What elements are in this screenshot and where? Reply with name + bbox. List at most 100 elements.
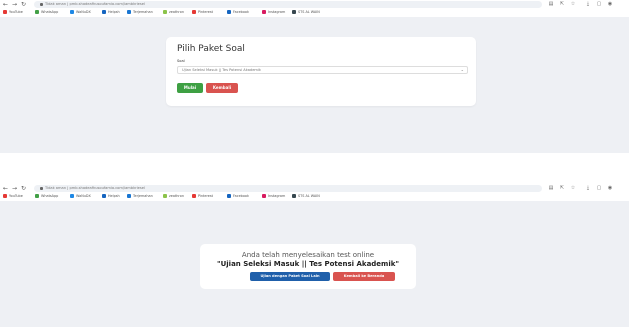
page-title: Pilih Paket Soal	[177, 44, 245, 54]
bookmark-favicon-icon	[163, 194, 167, 198]
result-card: Anda telah menyelesaikan test online "Uj…	[200, 244, 416, 289]
bookmark-label: WhatsApp	[41, 194, 59, 198]
bookmark-favicon-icon	[102, 194, 106, 198]
star-icon[interactable]: ☆	[570, 1, 576, 7]
back-icon[interactable]: ←	[2, 185, 9, 192]
browser-window-finished: ← → ↻ Tidak aman | pmb.shadeafhusoufamia…	[0, 184, 629, 327]
warning-icon	[40, 186, 43, 190]
bookmark-item[interactable]: STS AL WAIN	[292, 9, 320, 16]
browser-toolbar: ← → ↻ Tidak aman | pmb.shadeafhusoufamia…	[0, 0, 629, 9]
bookmark-label: Instagram	[268, 194, 286, 198]
bookmark-label: Helpsh	[108, 194, 120, 198]
bookmarks-bar: YouTube WhatsApp WaNuDX Helpsh Terjemahan zea…	[0, 193, 629, 200]
page-content: Pilih Paket Soal Soal Ujian Seleksi Masu…	[0, 17, 629, 153]
bookmark-label: Terjemahan	[133, 194, 153, 198]
back-button[interactable]: Kembali	[206, 83, 238, 93]
bookmark-item[interactable]: Instagram	[262, 9, 285, 16]
back-icon[interactable]: ←	[2, 1, 9, 8]
bookmark-item[interactable]: YouTube	[3, 9, 23, 16]
bookmark-item[interactable]: Terjemahan	[127, 9, 153, 16]
bookmark-label: Helpsh	[108, 10, 120, 14]
package-card: Pilih Paket Soal Soal Ujian Seleksi Masu…	[166, 37, 476, 106]
url-text: Tidak aman | pmb.shadeafhusoufamia.com/i…	[45, 186, 145, 190]
bookmark-label: Terjemahan	[133, 10, 153, 14]
forward-icon[interactable]: →	[11, 185, 18, 192]
bookmark-item[interactable]: WaNuDX	[70, 193, 91, 200]
url-text: Tidak aman | pmb.shadeafhusoufamia.com/i…	[45, 2, 145, 6]
bookmark-item[interactable]: WhatsApp	[35, 193, 58, 200]
bookmark-item[interactable]: zeathron	[163, 193, 184, 200]
bookmark-favicon-icon	[70, 194, 74, 198]
bookmark-item[interactable]: Facebook	[227, 193, 249, 200]
completion-message: Anda telah menyelesaikan test online	[241, 251, 375, 259]
bookmark-item[interactable]: Instagram	[262, 193, 285, 200]
bookmark-favicon-icon	[35, 10, 39, 14]
bookmark-label: STS AL WAIN	[298, 194, 320, 198]
bookmark-label: WaNuDX	[76, 10, 91, 14]
bookmark-label: Instagram	[268, 10, 286, 14]
bookmark-label: YouTube	[9, 10, 23, 14]
profile-icon[interactable]: ◉	[607, 1, 613, 7]
bookmark-favicon-icon	[35, 194, 39, 198]
bookmark-favicon-icon	[192, 194, 196, 198]
forward-icon[interactable]: →	[11, 1, 18, 8]
bookmark-item[interactable]: STS AL WAIN	[292, 193, 320, 200]
start-button[interactable]: Mulai	[177, 83, 203, 93]
bookmarks-bar: YouTube WhatsApp WaNuDX Helpsh Terjemahan zea…	[0, 9, 629, 16]
bookmark-label: Pinterest	[198, 10, 213, 14]
bookmark-item[interactable]: YouTube	[3, 193, 23, 200]
address-bar[interactable]: Tidak aman | pmb.shadeafhusoufamia.com/i…	[34, 185, 542, 192]
chevron-down-icon: ⌄	[460, 67, 464, 72]
bookmark-favicon-icon	[70, 10, 74, 14]
download-icon[interactable]: ⤓	[585, 185, 591, 191]
reload-icon[interactable]: ↻	[20, 185, 27, 192]
bookmark-label: WhatsApp	[41, 10, 59, 14]
bookmark-favicon-icon	[192, 10, 196, 14]
address-bar[interactable]: Tidak aman | pmb.shadeafhusoufamia.com/i…	[34, 1, 542, 8]
home-button[interactable]: Kembali ke Beranda	[333, 272, 395, 281]
bookmark-label: zeathron	[169, 10, 184, 14]
bookmark-favicon-icon	[3, 10, 7, 14]
bookmark-label: YouTube	[9, 194, 23, 198]
bookmark-label: zeathron	[169, 194, 184, 198]
bookmark-item[interactable]: Facebook	[227, 9, 249, 16]
bookmark-favicon-icon	[292, 10, 296, 14]
page-content: Anda telah menyelesaikan test online "Uj…	[0, 201, 629, 327]
star-icon[interactable]: ☆	[570, 185, 576, 191]
bookmark-favicon-icon	[127, 194, 131, 198]
bookmark-favicon-icon	[227, 194, 231, 198]
share-icon[interactable]: ⇱	[559, 185, 565, 191]
warning-icon	[40, 2, 43, 6]
bookmark-favicon-icon	[227, 10, 231, 14]
bookmark-favicon-icon	[163, 10, 167, 14]
soal-selected-value: Ujian Seleksi Masuk || Tes Potensi Akade…	[182, 68, 261, 72]
reload-icon[interactable]: ↻	[20, 1, 27, 8]
bookmark-label: Facebook	[233, 194, 249, 198]
download-icon[interactable]: ⤓	[585, 1, 591, 7]
bookmark-label: Facebook	[233, 10, 249, 14]
browser-window-select: ← → ↻ Tidak aman | pmb.shadeafhusoufamia…	[0, 0, 629, 163]
window-icon[interactable]: ▢	[596, 1, 602, 7]
bookmark-item[interactable]: Pinterest	[192, 9, 213, 16]
bookmark-item[interactable]: zeathron	[163, 9, 184, 16]
bookmark-label: STS AL WAIN	[298, 10, 320, 14]
bookmark-favicon-icon	[262, 10, 266, 14]
soal-label: Soal	[177, 59, 185, 63]
bookmark-favicon-icon	[127, 10, 131, 14]
bookmark-item[interactable]: WaNuDX	[70, 9, 91, 16]
soal-select[interactable]: Ujian Seleksi Masuk || Tes Potensi Akade…	[177, 66, 468, 74]
profile-icon[interactable]: ◉	[607, 185, 613, 191]
bookmark-item[interactable]: WhatsApp	[35, 9, 58, 16]
translate-icon[interactable]: ▤	[548, 1, 554, 7]
bookmark-item[interactable]: Pinterest	[192, 193, 213, 200]
bookmark-item[interactable]: Terjemahan	[127, 193, 153, 200]
bookmark-item[interactable]: Helpsh	[102, 193, 120, 200]
share-icon[interactable]: ⇱	[559, 1, 565, 7]
other-package-button[interactable]: Ujian dengan Paket Soal Lain	[250, 272, 330, 281]
bookmark-favicon-icon	[262, 194, 266, 198]
translate-icon[interactable]: ▤	[548, 185, 554, 191]
window-icon[interactable]: ▢	[596, 185, 602, 191]
bookmark-item[interactable]: Helpsh	[102, 9, 120, 16]
exam-name: "Ujian Seleksi Masuk || Tes Potensi Akad…	[216, 260, 400, 268]
bookmark-label: Pinterest	[198, 194, 213, 198]
